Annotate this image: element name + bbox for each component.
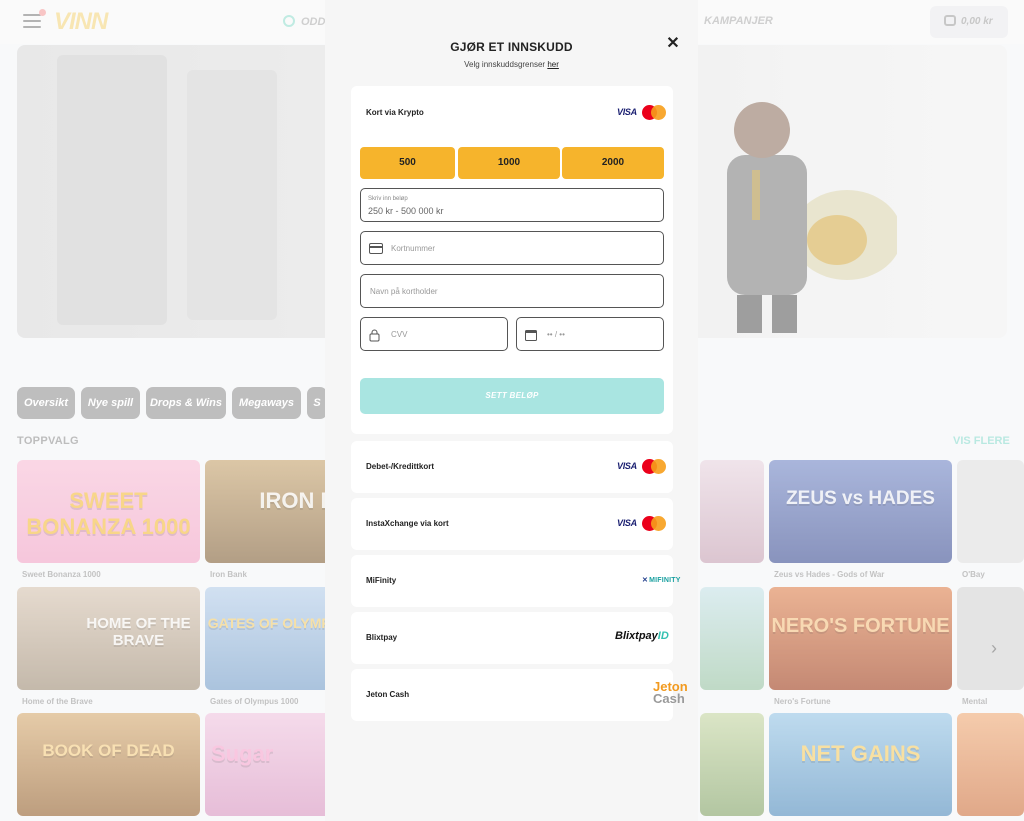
blixtpay-logo-text: Blixtpay <box>615 630 658 642</box>
expiry-input[interactable]: •• / •• <box>516 317 664 351</box>
credit-card-icon <box>369 243 383 254</box>
payment-method-crypto: Kort via Krypto VISA 500 1000 2000 Skriv… <box>351 86 673 434</box>
cvv-input[interactable]: CVV <box>360 317 508 351</box>
mastercard-icon <box>642 516 666 531</box>
amount-input[interactable]: Skriv inn beløp 250 kr - 500 000 kr <box>360 188 664 222</box>
mifinity-logo-text: MIFINITY <box>649 577 681 584</box>
calendar-icon <box>525 330 537 341</box>
payment-method-label: Debet-/Kredittkort <box>366 462 435 471</box>
visa-icon: VISA <box>617 107 637 117</box>
visa-icon: VISA <box>617 461 637 471</box>
cardholder-name-input[interactable]: Navn på kortholder <box>360 274 664 308</box>
amount-input-value: 250 kr - 500 000 kr <box>368 206 444 216</box>
payment-method-mifinity[interactable]: MiFinity ✕MIFINITY <box>351 555 680 607</box>
close-icon[interactable]: ✕ <box>665 36 681 52</box>
payment-method-label: Kort via Krypto <box>366 108 424 117</box>
payment-method-label: InstaXchange via kort <box>366 519 449 528</box>
set-amount-button[interactable]: SETT BELØP <box>360 378 664 414</box>
card-number-input[interactable]: Kortnummer <box>360 231 664 265</box>
mifinity-logo-icon: ✕MIFINITY <box>642 577 681 584</box>
modal-subtitle-text: Velg innskuddsgrenser <box>464 60 546 69</box>
payment-method-label: Blixtpay <box>366 633 398 642</box>
modal-title: GJØR ET INNSKUDD <box>450 40 573 54</box>
visa-icon: VISA <box>617 518 637 528</box>
card-number-placeholder: Kortnummer <box>391 244 436 253</box>
modal-subtitle: Velg innskuddsgrenser her <box>325 60 698 69</box>
payment-method-blixtpay[interactable]: Blixtpay BlixtpayID <box>351 612 673 664</box>
lock-icon <box>369 329 380 342</box>
mastercard-icon <box>642 459 666 474</box>
cvv-placeholder: CVV <box>391 330 408 339</box>
payment-method-jeton-cash[interactable]: Jeton Cash Jeton Cash <box>351 669 688 721</box>
blixtpay-logo-icon: BlixtpayID <box>615 630 669 642</box>
jeton-cash-logo-icon: Jeton Cash <box>653 680 688 706</box>
amount-2000-button[interactable]: 2000 <box>562 147 664 179</box>
payment-method-debit-credit[interactable]: Debet-/Kredittkort VISA <box>351 441 673 493</box>
blixtpay-id-text: ID <box>657 630 669 642</box>
payment-method-label: Jeton Cash <box>366 690 410 699</box>
amount-1000-button[interactable]: 1000 <box>458 147 560 179</box>
cardholder-placeholder: Navn på kortholder <box>370 287 438 296</box>
mastercard-icon <box>642 105 666 120</box>
deposit-modal: GJØR ET INNSKUDD Velg innskuddsgrenser h… <box>325 0 698 821</box>
deposit-limits-link[interactable]: her <box>547 60 559 69</box>
amount-500-button[interactable]: 500 <box>360 147 455 179</box>
amount-input-label: Skriv inn beløp <box>368 196 408 202</box>
jeton-cash-logo-text: Cash <box>653 691 685 706</box>
payment-method-label: MiFinity <box>366 576 397 585</box>
payment-method-instaxchange[interactable]: InstaXchange via kort VISA <box>351 498 673 550</box>
expiry-placeholder: •• / •• <box>547 330 565 339</box>
